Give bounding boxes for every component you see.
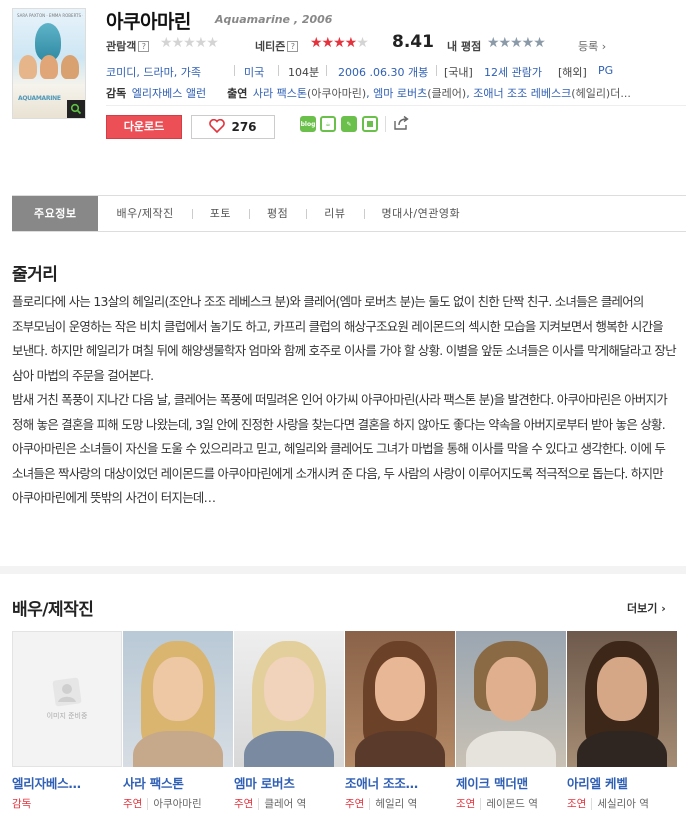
character-name: 아쿠아마린 xyxy=(147,798,202,810)
blog-share-icon[interactable]: blog xyxy=(300,116,316,132)
netizen-score: 8.41 xyxy=(392,32,434,52)
cast-label: 출연 xyxy=(227,87,248,100)
tab-cast-crew[interactable]: 배우/제작진 xyxy=(98,196,191,231)
line-share-icon[interactable] xyxy=(362,116,378,132)
actor-photo[interactable] xyxy=(123,631,233,767)
role-type: 조연 xyxy=(567,798,587,810)
synopsis-heading: 줄거리 xyxy=(12,265,58,285)
domestic-rating-label: [국내] xyxy=(444,66,473,79)
no-image-placeholder[interactable]: 이미지 준비중 xyxy=(12,631,122,767)
person-placeholder-icon xyxy=(52,677,82,707)
cast-section-heading: 배우/제작진 xyxy=(12,600,94,620)
runtime: 104분 xyxy=(288,66,320,79)
cast-item[interactable]: 제이크 맥더맨 조연 레이몬드 역 xyxy=(456,631,566,811)
actor-photo[interactable] xyxy=(234,631,344,767)
cast-name[interactable]: 조애너 조조… xyxy=(345,773,455,792)
cast-name[interactable]: 엠마 로버츠 xyxy=(234,773,344,792)
my-rating-stars[interactable]: ★★★★★ xyxy=(487,36,546,51)
actor-photo[interactable] xyxy=(345,631,455,767)
tab-ratings[interactable]: 평점 xyxy=(249,196,306,231)
audience-stars: ★★★★★ xyxy=(160,35,219,51)
tab-reviews[interactable]: 리뷰 xyxy=(306,196,363,231)
cast-link[interactable]: 사라 팩스톤 xyxy=(253,87,307,100)
zoom-icon[interactable] xyxy=(67,100,85,118)
director-label: 감독 xyxy=(106,87,127,100)
role-type: 조연 xyxy=(456,798,476,810)
cast-item[interactable]: 사라 팩스톤 주연 아쿠아마린 xyxy=(123,631,233,811)
foreign-rating[interactable]: PG xyxy=(598,64,613,77)
my-rating-label: 내 평점 xyxy=(447,40,482,53)
movie-poster[interactable]: SARA PAXTON · EMMA ROBERTS · JOANNA LEVE… xyxy=(12,8,86,119)
audience-rating-label: 관람객? xyxy=(106,38,150,54)
cast-name[interactable]: 제이크 맥더맨 xyxy=(456,773,566,792)
credits-line: 감독 엘리자베스 앨런 출연 사라 팩스톤(아쿠아마린), 엠마 로버츠(클레어… xyxy=(106,87,631,100)
more-cast-link[interactable]: 더... xyxy=(610,87,631,100)
like-count: 276 xyxy=(231,120,257,134)
foreign-rating-label: [해외] xyxy=(558,66,587,79)
cast-name[interactable]: 아리엘 케벨 xyxy=(567,773,677,792)
download-button[interactable]: 다운로드 xyxy=(106,115,182,139)
tab-main-info[interactable]: 주요정보 xyxy=(12,196,99,231)
netizen-rating-label: 네티즌? xyxy=(255,38,299,54)
no-image-label: 이미지 준비중 xyxy=(46,712,88,720)
help-icon[interactable]: ? xyxy=(287,41,299,52)
role-type: 주연 xyxy=(234,798,254,810)
movie-en-title: Aquamarine , 2006 xyxy=(215,13,333,26)
poster-top-text: SARA PAXTON · EMMA ROBERTS · JOANNA LEVE… xyxy=(17,13,83,18)
tab-quotes-related[interactable]: 명대사/연관영화 xyxy=(363,196,479,231)
role-type: 감독 xyxy=(12,798,32,810)
release-date[interactable]: 2006 .06.30 개봉 xyxy=(338,64,428,80)
chevron-right-icon: › xyxy=(598,40,607,53)
chevron-right-icon: › xyxy=(657,602,666,615)
actor-photo[interactable] xyxy=(567,631,677,767)
cast-name[interactable]: 사라 팩스톤 xyxy=(123,773,233,792)
cafe-share-icon[interactable]: ☕ xyxy=(320,116,336,132)
genres[interactable]: 코미디, 드라마, 가족 xyxy=(106,64,201,80)
cast-item[interactable]: 조애너 조조… 주연 헤일리 역 xyxy=(345,631,455,811)
share-icon[interactable] xyxy=(393,115,410,134)
help-icon[interactable]: ? xyxy=(138,41,150,52)
tab-photo[interactable]: 포토 xyxy=(191,196,249,231)
like-button[interactable]: 276 xyxy=(191,115,275,139)
character-name: 레이몬드 역 xyxy=(480,798,538,810)
cast-name[interactable]: 엘리자베스… xyxy=(12,773,122,792)
heart-icon xyxy=(209,118,226,136)
detail-tabs: 주요정보 배우/제작진 포토 평점 리뷰 명대사/연관영화 xyxy=(12,195,686,232)
rating-register-link[interactable]: 등록 › xyxy=(578,38,606,54)
cast-link[interactable]: 엠마 로버츠 xyxy=(373,87,427,100)
synopsis-text: 플로리다에 사는 13살의 헤일리(조안나 조조 레베스크 분)와 클레어(엠마… xyxy=(12,294,677,505)
director-link[interactable]: 엘리자베스 앨런 xyxy=(132,87,206,100)
more-cast-link[interactable]: 더보기 › xyxy=(627,600,666,616)
cast-item[interactable]: 이미지 준비중 엘리자베스… 감독 xyxy=(12,631,122,811)
netizen-stars: ★★★★★ xyxy=(310,35,369,51)
actor-photo[interactable] xyxy=(456,631,566,767)
character-name: 헤일리 역 xyxy=(369,798,418,810)
role-type: 주연 xyxy=(123,798,143,810)
domestic-rating[interactable]: 12세 관람가 xyxy=(484,64,542,80)
cast-item[interactable]: 엠마 로버츠 주연 클레어 역 xyxy=(234,631,344,811)
me-share-icon[interactable]: ✎ xyxy=(341,116,357,132)
cast-list: 이미지 준비중 엘리자베스… 감독 사라 팩스톤 주연 아쿠아마린 엠마 로버츠 … xyxy=(12,631,686,811)
cast-item[interactable]: 아리엘 케벨 조연 세실리아 역 xyxy=(567,631,677,811)
country[interactable]: 미국 xyxy=(244,64,264,80)
cast-link[interactable]: 조애너 조조 레베스크 xyxy=(473,87,571,100)
role-type: 주연 xyxy=(345,798,365,810)
movie-title[interactable]: 아쿠아마린 xyxy=(106,7,191,34)
character-name: 클레어 역 xyxy=(258,798,307,810)
character-name: 세실리아 역 xyxy=(591,798,649,810)
